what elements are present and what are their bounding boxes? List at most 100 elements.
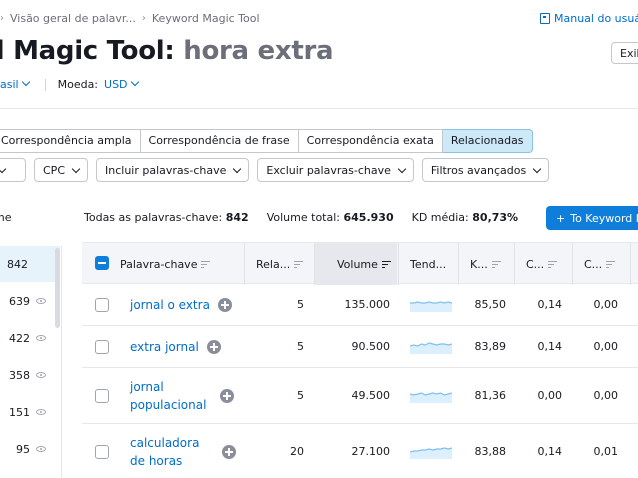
related-value: 5 xyxy=(297,340,304,353)
filter-advanced-label: Filtros avançados xyxy=(430,163,527,177)
related-value: 20 xyxy=(290,445,304,458)
row-checkbox-cell xyxy=(95,326,109,367)
kd-value: 85,50 xyxy=(474,298,507,311)
table-row: calculadora de horas 20 27.100 83,88 0,1… xyxy=(82,424,638,478)
column-header-label: K... xyxy=(470,257,488,271)
kd-value: 83,89 xyxy=(474,340,507,353)
filter-cpc-label: CPC xyxy=(43,163,65,177)
filter-exclude-keywords[interactable]: Excluir palavras-chave xyxy=(257,158,414,182)
user-manual-label: Manual do usuári xyxy=(554,12,638,25)
add-keyword-icon[interactable] xyxy=(222,444,236,459)
keyword-cell: jornal populacional xyxy=(130,368,244,423)
database-row: asil Moeda: USD xyxy=(0,77,142,91)
database-country: asil xyxy=(0,78,19,91)
row-checkbox[interactable] xyxy=(95,444,109,459)
trend-line xyxy=(410,300,452,304)
filter-advanced[interactable]: Filtros avançados xyxy=(421,158,550,182)
column-header-label: C... xyxy=(526,257,545,271)
chevron-down-icon xyxy=(71,164,81,173)
group-count: 639 xyxy=(9,294,30,308)
page-title-prefix: d Magic Tool: xyxy=(0,36,184,66)
tab-related[interactable]: Relacionadas xyxy=(442,129,533,153)
eye-icon[interactable] xyxy=(36,372,46,378)
column-header-cpc[interactable]: C... xyxy=(526,243,558,285)
tab-exact-match[interactable]: Correspondência exata xyxy=(298,129,443,153)
column-header-keyword[interactable]: Palavra-chave xyxy=(120,243,211,285)
filter-exclude-label: Excluir palavras-chave xyxy=(266,163,391,177)
tab-phrase-match[interactable]: Correspondência de frase xyxy=(140,129,299,153)
stat-value: 645.930 xyxy=(343,211,394,224)
column-divider xyxy=(514,243,515,285)
related-value: 5 xyxy=(297,298,304,311)
groups-scrollbar[interactable] xyxy=(55,248,60,328)
breadcrumb-item-overview[interactable]: Visão geral de palavr... xyxy=(10,12,136,25)
column-divider xyxy=(244,243,245,285)
user-manual-link[interactable]: Manual do usuári xyxy=(540,12,638,25)
keyword-link[interactable]: jornal populacional xyxy=(130,378,212,414)
trend-chart xyxy=(410,446,452,459)
add-keyword-icon[interactable] xyxy=(206,339,221,354)
add-keyword-icon[interactable] xyxy=(220,388,234,403)
column-header-volume[interactable]: Volume xyxy=(315,243,397,285)
eye-icon[interactable] xyxy=(36,409,46,415)
group-item[interactable]: 639 xyxy=(0,283,60,319)
chevron-down-icon xyxy=(0,164,7,173)
table-row: jornal populacional 5 49.500 81,36 0,00 … xyxy=(82,368,638,424)
filter-cpc[interactable]: CPC xyxy=(34,158,88,182)
add-keyword-icon[interactable] xyxy=(217,297,232,312)
filter-include-keywords[interactable]: Incluir palavras-chave xyxy=(96,158,250,182)
tab-broad-match[interactable]: Correspondência ampla xyxy=(0,129,141,153)
group-item[interactable]: 151 xyxy=(0,394,60,430)
select-all-checkbox[interactable] xyxy=(95,256,109,270)
trend-sparkline xyxy=(410,284,452,325)
stat-value: 80,73% xyxy=(472,211,519,224)
divider xyxy=(0,108,638,109)
kd-value: 83,88 xyxy=(474,445,507,458)
table-row: extra jornal 5 90.500 83,89 0,14 0,00 xyxy=(82,326,638,368)
currency-selector[interactable]: USD xyxy=(104,77,142,91)
divider xyxy=(44,78,46,91)
column-divider xyxy=(572,243,573,285)
column-header-competition[interactable]: C... xyxy=(584,243,616,285)
book-icon xyxy=(540,13,550,24)
column-header-label: C... xyxy=(584,257,603,271)
group-item[interactable]: 358 xyxy=(0,357,60,393)
stat-total-volume: Volume total: 645.930 xyxy=(267,211,394,224)
eye-icon[interactable] xyxy=(36,446,46,452)
sort-icon xyxy=(548,260,558,268)
row-checkbox[interactable] xyxy=(95,388,109,403)
row-checkbox[interactable] xyxy=(95,339,109,354)
volume-value: 135.000 xyxy=(344,298,391,311)
keyword-link[interactable]: calculadora de horas xyxy=(130,434,214,470)
to-keyword-manager-button[interactable]: + To Keyword M xyxy=(546,206,638,230)
row-checkbox[interactable] xyxy=(95,297,109,312)
trend-sparkline xyxy=(410,326,452,367)
chevron-right-icon: › xyxy=(141,13,146,24)
group-item[interactable]: 422 xyxy=(0,320,60,356)
column-header-related[interactable]: Rela... xyxy=(256,243,304,285)
breadcrumb: › Visão geral de palavr... › Keyword Mag… xyxy=(0,12,260,25)
column-header-kd[interactable]: K... xyxy=(470,243,501,285)
keyword-link[interactable]: jornal o extra xyxy=(130,296,210,314)
groups-header: me xyxy=(0,211,12,224)
competition-value: 0,00 xyxy=(593,298,619,311)
currency-value: USD xyxy=(104,78,128,91)
eye-icon[interactable] xyxy=(36,298,46,304)
keyword-link[interactable]: extra jornal xyxy=(130,338,199,356)
group-count: 422 xyxy=(9,331,30,345)
competition-value: 0,00 xyxy=(593,389,619,402)
group-item[interactable]: 95 xyxy=(0,431,60,467)
database-selector[interactable]: asil xyxy=(0,77,33,91)
group-item-all[interactable]: 842 xyxy=(0,246,60,282)
sort-icon xyxy=(381,260,391,268)
filter-dropdown-partial[interactable] xyxy=(0,158,26,182)
eye-icon[interactable] xyxy=(36,335,46,341)
column-header-trend[interactable]: Tend... xyxy=(410,243,446,285)
stat-label: Todas as palavras-chave: xyxy=(84,211,223,224)
export-button[interactable]: Exib xyxy=(611,42,638,64)
trend-chart xyxy=(410,391,452,403)
related-value: 5 xyxy=(297,389,304,402)
stat-label: Volume total: xyxy=(266,211,340,224)
volume-value: 27.100 xyxy=(351,445,391,458)
column-divider xyxy=(458,243,459,285)
